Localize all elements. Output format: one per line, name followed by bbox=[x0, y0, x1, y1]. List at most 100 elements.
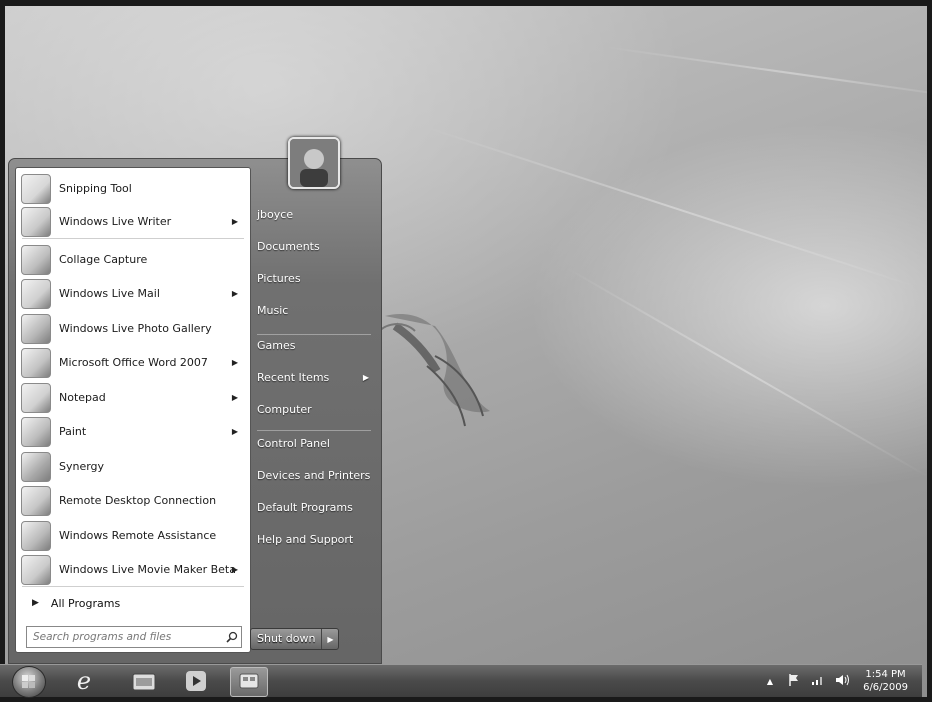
photo-gallery-icon bbox=[21, 313, 51, 344]
chevron-right-icon: ▶ bbox=[32, 598, 39, 608]
program-item[interactable]: Collage Capture bbox=[18, 243, 248, 276]
places-item[interactable]: Pictures bbox=[257, 268, 375, 290]
program-label: Notepad bbox=[59, 391, 106, 404]
collage-capture-icon bbox=[21, 244, 51, 275]
places-label: Devices and Printers bbox=[257, 469, 371, 482]
submenu-arrow-icon: ▶ bbox=[231, 427, 238, 436]
places-label: Documents bbox=[257, 240, 320, 253]
internet-explorer-icon[interactable]: e bbox=[66, 667, 102, 695]
separator bbox=[257, 334, 371, 335]
show-hidden-icons-icon[interactable]: ▲ bbox=[767, 677, 773, 686]
places-item[interactable]: Default Programs bbox=[257, 497, 375, 519]
places-label: Games bbox=[257, 339, 296, 352]
program-item[interactable]: Synergy bbox=[18, 450, 248, 483]
program-label: Paint bbox=[59, 425, 87, 438]
places-item[interactable]: Control Panel bbox=[257, 433, 375, 455]
program-item[interactable]: Remote Desktop Connection bbox=[18, 484, 248, 517]
clock-date: 6/6/2009 bbox=[863, 682, 908, 693]
program-label: Windows Live Writer bbox=[59, 215, 172, 228]
start-button[interactable] bbox=[12, 666, 46, 698]
program-item[interactable]: Paint ▶ bbox=[18, 415, 248, 448]
program-label: Windows Remote Assistance bbox=[59, 529, 217, 542]
remote-desktop-icon bbox=[21, 485, 51, 516]
clock-time: 1:54 PM bbox=[865, 669, 906, 680]
snipping-tool-icon bbox=[21, 173, 51, 204]
program-label: Synergy bbox=[59, 460, 105, 473]
word-icon bbox=[21, 347, 51, 378]
places-label: Default Programs bbox=[257, 501, 353, 514]
user-avatar[interactable] bbox=[288, 137, 340, 189]
paint-icon bbox=[21, 416, 51, 447]
wallpaper-streak bbox=[564, 266, 927, 478]
action-center-flag-icon[interactable] bbox=[787, 673, 801, 690]
windows-logo-icon bbox=[22, 675, 35, 688]
submenu-arrow-icon: ▶ bbox=[362, 373, 369, 382]
search-icon[interactable] bbox=[223, 631, 241, 643]
places-label: jboyce bbox=[257, 208, 294, 221]
places-label: Pictures bbox=[257, 272, 301, 285]
places-item[interactable]: Documents bbox=[257, 236, 375, 258]
places-pane: jboyce Documents Pictures Music Games Recent … bbox=[253, 159, 379, 663]
program-label: Collage Capture bbox=[59, 253, 148, 266]
separator bbox=[257, 430, 371, 431]
live-mail-icon bbox=[21, 278, 51, 309]
search-input[interactable]: Search programs and files bbox=[26, 626, 242, 648]
program-label: Remote Desktop Connection bbox=[59, 494, 217, 507]
places-label: Music bbox=[257, 304, 289, 317]
program-item[interactable]: Snipping Tool bbox=[18, 172, 248, 205]
program-item[interactable]: Windows Live Movie Maker Beta ▶ bbox=[18, 553, 248, 586]
shutdown-button[interactable]: Shut down bbox=[251, 629, 323, 649]
all-programs-button[interactable]: ▶ All Programs bbox=[18, 590, 248, 616]
movie-maker-icon bbox=[21, 554, 51, 585]
live-writer-icon bbox=[21, 206, 51, 237]
clock[interactable]: 1:54 PM 6/6/2009 bbox=[863, 668, 908, 694]
taskbar: e ▲ 1:54 PM 6/6/2009 bbox=[0, 664, 922, 698]
submenu-arrow-icon: ▶ bbox=[231, 358, 238, 367]
places-item[interactable]: Music bbox=[257, 300, 375, 322]
program-label: Snipping Tool bbox=[59, 182, 132, 195]
submenu-arrow-icon: ▶ bbox=[231, 217, 238, 226]
start-menu: Snipping Tool Windows Live Writer ▶ Collage… bbox=[8, 158, 382, 664]
all-programs-label: All Programs bbox=[50, 596, 121, 610]
program-label: Microsoft Office Word 2007 bbox=[59, 356, 208, 369]
places-label: Help and Support bbox=[257, 533, 354, 546]
program-label: Windows Live Movie Maker Beta bbox=[59, 563, 236, 576]
places-label: Control Panel bbox=[257, 437, 330, 450]
program-item[interactable]: Microsoft Office Word 2007 ▶ bbox=[18, 346, 248, 379]
notepad-icon bbox=[21, 382, 51, 413]
places-item[interactable]: Games bbox=[257, 335, 375, 357]
places-item[interactable]: Computer bbox=[257, 399, 375, 421]
media-player-icon[interactable] bbox=[178, 667, 214, 695]
places-item[interactable]: Help and Support bbox=[257, 529, 375, 551]
places-item[interactable]: jboyce bbox=[257, 204, 375, 226]
program-item[interactable]: Windows Live Writer ▶ bbox=[18, 205, 248, 238]
submenu-arrow-icon: ▶ bbox=[231, 565, 238, 574]
shutdown-options-arrow-icon[interactable]: ▶ bbox=[322, 629, 338, 649]
windows-explorer-icon[interactable] bbox=[126, 667, 162, 695]
submenu-arrow-icon: ▶ bbox=[231, 289, 238, 298]
wallpaper-streak bbox=[604, 46, 927, 101]
program-item[interactable]: Notepad ▶ bbox=[18, 381, 248, 414]
betta-fish-wallpaper bbox=[374, 314, 490, 427]
shutdown-button-group: Shut down ▶ bbox=[250, 628, 340, 650]
places-item[interactable]: Recent Items ▶ bbox=[257, 367, 375, 389]
wallpaper-streak bbox=[424, 126, 920, 289]
search-placeholder: Search programs and files bbox=[33, 631, 172, 643]
program-item[interactable]: Windows Remote Assistance bbox=[18, 519, 248, 552]
network-signal-icon[interactable] bbox=[811, 674, 825, 689]
places-label: Computer bbox=[257, 403, 312, 416]
submenu-arrow-icon: ▶ bbox=[231, 393, 238, 402]
program-label: Windows Live Photo Gallery bbox=[59, 322, 212, 335]
separator bbox=[22, 586, 244, 587]
active-app-icon[interactable] bbox=[230, 667, 268, 697]
programs-pane: Snipping Tool Windows Live Writer ▶ Collage… bbox=[15, 167, 251, 653]
remote-assistance-icon bbox=[21, 520, 51, 551]
places-item[interactable]: Devices and Printers bbox=[257, 465, 375, 487]
system-tray: ▲ 1:54 PM 6/6/2009 bbox=[767, 665, 908, 697]
program-label: Windows Live Mail bbox=[59, 287, 160, 300]
places-label: Recent Items bbox=[257, 371, 330, 384]
volume-icon[interactable] bbox=[835, 673, 851, 690]
program-item[interactable]: Windows Live Mail ▶ bbox=[18, 277, 248, 310]
separator bbox=[22, 238, 244, 239]
program-item[interactable]: Windows Live Photo Gallery bbox=[18, 312, 248, 345]
